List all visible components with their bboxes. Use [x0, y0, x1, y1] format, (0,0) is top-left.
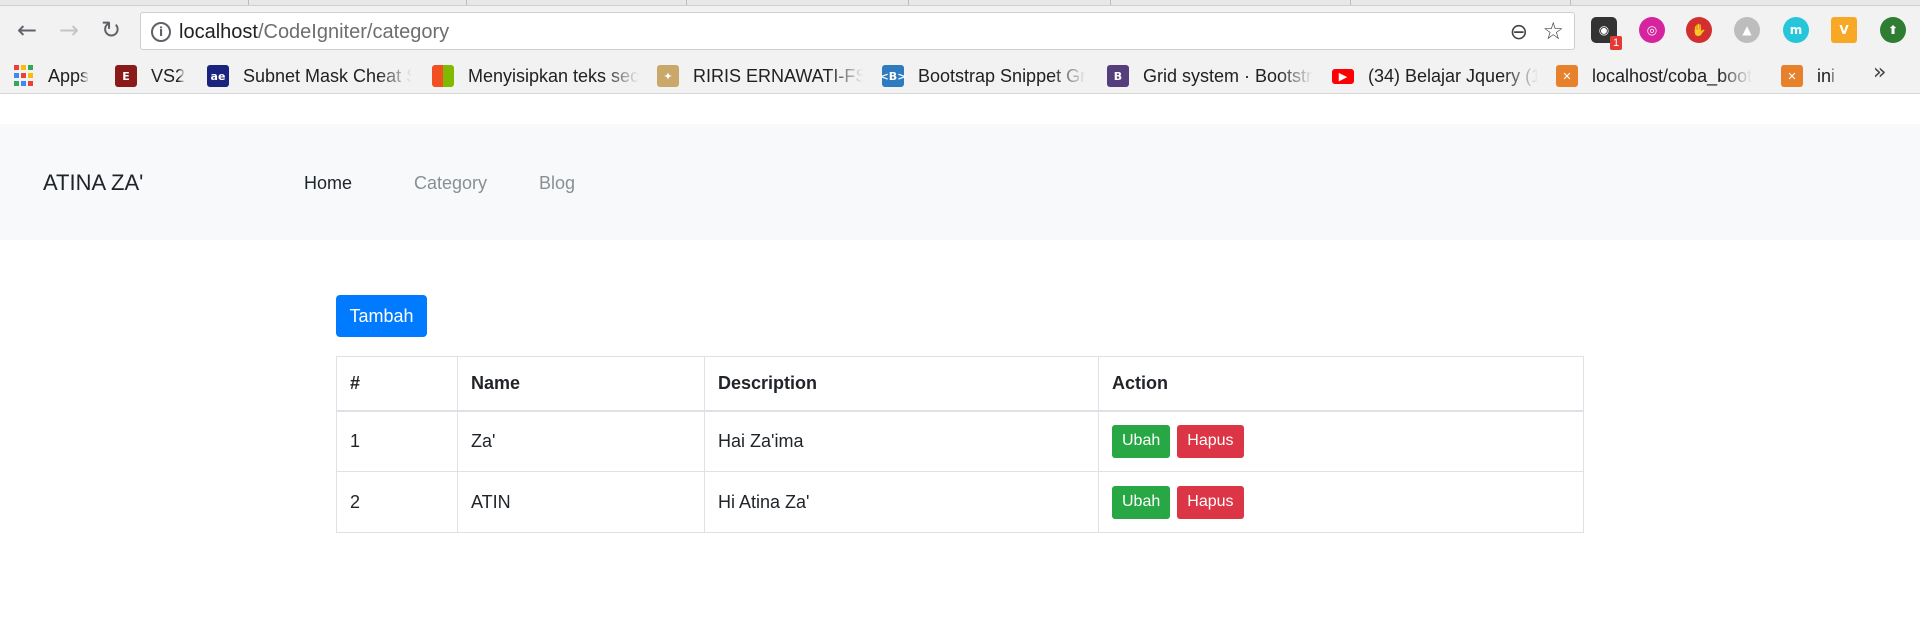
nav-category[interactable]: Category: [414, 173, 487, 194]
youtube-favicon: ▶: [1332, 68, 1354, 84]
arrow-right-icon: →: [58, 16, 80, 44]
xampp-favicon: ✕: [1556, 65, 1578, 87]
bookmarks-overflow-button[interactable]: »: [1873, 60, 1886, 85]
category-table: # Name Description Action 1 Za' Hai Za'i…: [336, 356, 1584, 533]
bookmark-label: RIRIS ERNAWATI-FST: [693, 65, 863, 86]
bookmark-vs2[interactable]: E VS2: [115, 64, 195, 88]
table-row: 2 ATIN Hi Atina Za' Ubah Hapus: [336, 471, 1584, 533]
url-path: /CodeIgniter/category: [257, 21, 450, 43]
extension-m-icon[interactable]: m: [1783, 17, 1809, 43]
extension-badge: 1: [1610, 36, 1623, 50]
apps-grid-icon: [14, 65, 36, 87]
bookmark-menyisipkan[interactable]: Menyisipkan teks sec: [432, 64, 640, 88]
site-navbar: ATINA ZA' Home Category Blog: [0, 124, 1920, 240]
cell-number: 1: [336, 410, 458, 472]
bookmark-ini[interactable]: ✕ ini: [1781, 64, 1861, 88]
bootstrap-favicon: B: [1107, 65, 1129, 87]
column-header-number: #: [336, 356, 458, 412]
back-button[interactable]: ←: [11, 14, 43, 46]
reload-icon: ↻: [100, 16, 122, 44]
nav-home[interactable]: Home: [304, 173, 352, 194]
subnet-favicon: ae: [207, 65, 229, 87]
microsoft-favicon: [432, 65, 454, 87]
bookmark-label: localhost/coba_boot: [1592, 65, 1753, 86]
cell-number: 2: [336, 471, 458, 533]
extension-instagram-icon[interactable]: ◎: [1639, 17, 1665, 43]
url-host: localhost: [179, 21, 258, 43]
zoom-out-icon[interactable]: ⊖: [1510, 20, 1528, 45]
bookmark-label: Apps: [48, 65, 90, 86]
table-header-row: # Name Description Action: [336, 356, 1584, 412]
bookmark-label: Menyisipkan teks sec: [468, 65, 640, 86]
bookmark-label: ini: [1817, 65, 1836, 86]
info-icon[interactable]: i: [151, 22, 171, 42]
column-header-name: Name: [457, 356, 705, 412]
site-brand[interactable]: ATINA ZA': [43, 170, 143, 196]
bookmark-label: Bootstrap Snippet Gr: [918, 65, 1087, 86]
bookmark-label: VS2: [151, 65, 186, 86]
bookmark-star-icon[interactable]: ☆: [1542, 17, 1564, 45]
column-header-action: Action: [1098, 356, 1584, 412]
extension-adblock-icon[interactable]: ✋: [1686, 17, 1712, 43]
xampp-favicon: ✕: [1781, 65, 1803, 87]
reload-button[interactable]: ↻: [95, 14, 127, 46]
address-url[interactable]: localhost/CodeIgniter/category: [179, 21, 449, 44]
table-row: 1 Za' Hai Za'ima Ubah Hapus: [336, 410, 1584, 472]
add-button[interactable]: Tambah: [336, 295, 427, 337]
bookmark-subnet[interactable]: ae Subnet Mask Cheat Sheet: [207, 64, 412, 88]
bookmark-bootsnipp[interactable]: <B> Bootstrap Snippet Gr: [882, 64, 1087, 88]
cell-name: Za': [457, 410, 705, 472]
cell-description: Hai Za'ima: [704, 410, 1099, 472]
edit-button[interactable]: Ubah: [1112, 485, 1171, 519]
riris-favicon: ✦: [657, 65, 679, 87]
bookmark-apps[interactable]: Apps: [14, 64, 104, 88]
vs2-favicon: E: [115, 65, 137, 87]
address-bar[interactable]: i localhost/CodeIgniter/category ⊖ ☆: [140, 12, 1575, 50]
bookmark-riris[interactable]: ✦ RIRIS ERNAWATI-FST: [657, 64, 863, 88]
delete-button[interactable]: Hapus: [1177, 424, 1244, 458]
cell-description: Hi Atina Za': [704, 471, 1099, 533]
bookmark-jquery[interactable]: ▶ (34) Belajar Jquery (1: [1332, 64, 1538, 88]
forward-button[interactable]: →: [53, 14, 85, 46]
extension-upload-icon[interactable]: ⬆: [1880, 17, 1906, 43]
edit-button[interactable]: Ubah: [1112, 424, 1171, 458]
extension-drive-icon[interactable]: ▲: [1734, 17, 1760, 43]
bootsnipp-favicon: <B>: [882, 65, 906, 87]
bookmark-label: Grid system · Bootstrap: [1143, 65, 1313, 86]
cell-action: Ubah Hapus: [1098, 471, 1584, 533]
bookmark-grid-system[interactable]: B Grid system · Bootstrap: [1107, 64, 1313, 88]
cell-name: ATIN: [457, 471, 705, 533]
browser-chrome: ← → ↻ i localhost/CodeIgniter/category ⊖…: [0, 0, 1920, 94]
bookmark-coba-boot[interactable]: ✕ localhost/coba_boot: [1556, 64, 1762, 88]
tab-strip: [0, 0, 1920, 6]
bookmark-label: (34) Belajar Jquery (1: [1368, 65, 1538, 86]
extension-v-icon[interactable]: V: [1831, 17, 1857, 43]
bookmarks-bar: Apps E VS2 ae Subnet Mask Cheat Sheet Me…: [0, 58, 1920, 94]
bookmark-label: Subnet Mask Cheat Sheet: [243, 65, 412, 86]
cell-action: Ubah Hapus: [1098, 410, 1584, 472]
delete-button[interactable]: Hapus: [1177, 485, 1244, 519]
arrow-left-icon: ←: [16, 16, 38, 44]
nav-blog[interactable]: Blog: [539, 173, 575, 194]
column-header-description: Description: [704, 356, 1099, 412]
